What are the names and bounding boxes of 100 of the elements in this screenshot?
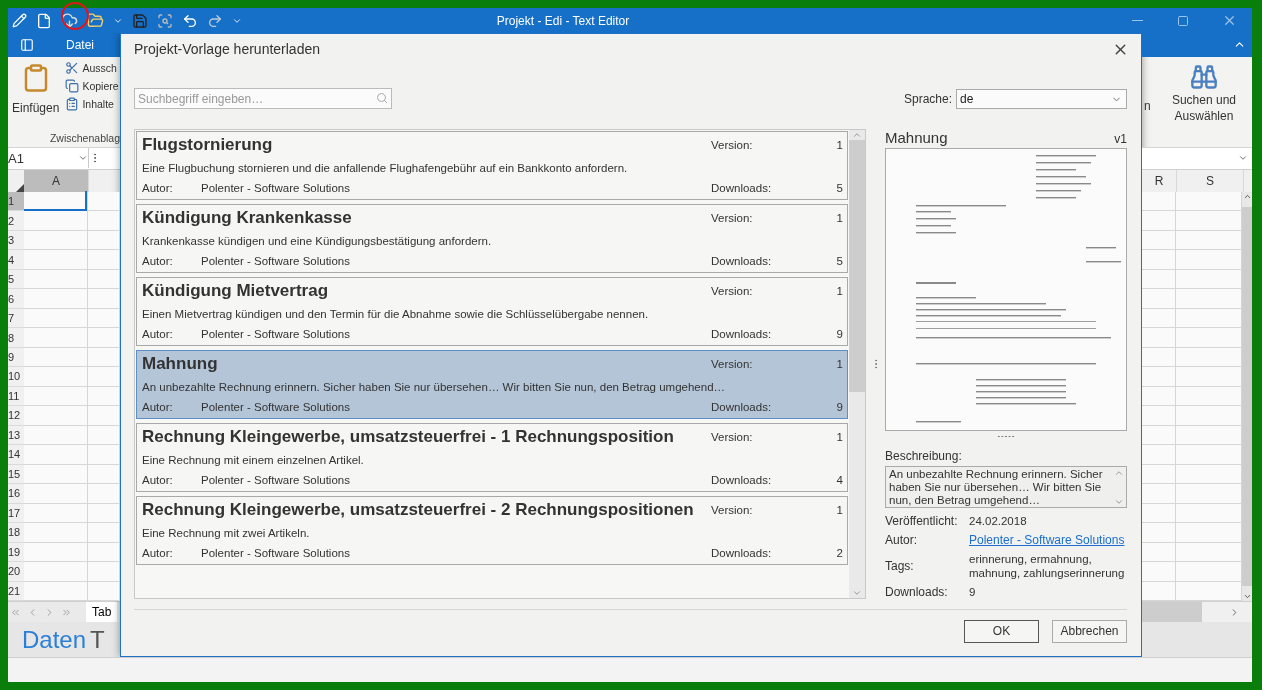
clipboard-button[interactable]: Aussch: [65, 61, 119, 75]
dialog-title: Projekt-Vorlage herunterladen: [134, 41, 320, 57]
undo-icon[interactable]: [182, 12, 198, 29]
template-item[interactable]: Rechnung Kleingewerbe, umsatzsteuerfrei - 2 Rechnungspositionen Version: 1 Eine Rechnung mit zwei Artikeln. Autor: Polenter - Software Solutions Downloads: 2: [136, 496, 848, 565]
version-label: Version:: [711, 139, 754, 151]
pencil-icon[interactable]: [12, 13, 27, 28]
version-value: 1: [835, 431, 843, 443]
downloads-label: Downloads:: [711, 401, 773, 413]
template-title: Rechnung Kleingewerbe, umsatzsteuerfrei - 1 Rechnungsposition: [142, 427, 675, 447]
detail-title: Mahnung: [885, 129, 948, 146]
find-select-button[interactable]: Suchen und Auswählen: [1169, 60, 1238, 147]
folder-icon[interactable]: [87, 12, 104, 29]
author-label: Autor:: [142, 401, 174, 413]
grid-cell[interactable]: [24, 191, 88, 212]
sheet-tab[interactable]: Tab: [86, 602, 118, 623]
scrollbar-thumb[interactable]: [1142, 602, 1202, 623]
template-item[interactable]: Mahnung Version: 1 An unbezahlte Rechnung erinnern. Sicher haben Sie nur übersehen… Wir bitten Sie nun, den Betrag umgehend… Autor: Polenter - Software Solutions Downloads: 9: [136, 350, 848, 419]
detail-version: v1: [1114, 132, 1127, 146]
row-header[interactable]: 1: [8, 191, 24, 212]
save-icon[interactable]: [132, 12, 148, 29]
version-value: 1: [835, 358, 843, 370]
version-value: 1: [835, 212, 843, 224]
description-label: Beschreibung:: [885, 448, 963, 463]
field-label: Veröffentlicht:: [885, 514, 959, 528]
author-label: Autor:: [142, 547, 174, 559]
template-description: Eine Rechnung mit einem einzelnen Artikel.: [142, 454, 365, 466]
author-label: Autor:: [142, 255, 174, 267]
splitter-dots-icon[interactable]: [997, 435, 1015, 439]
paste-button[interactable]: Einfügen: [10, 61, 62, 132]
preview-icon[interactable]: [157, 12, 173, 29]
author-value: Polenter - Software Solutions: [201, 328, 350, 340]
column-header[interactable]: A: [24, 169, 89, 192]
ribbon-label: n: [1144, 98, 1151, 113]
downloads-value: 9: [835, 328, 843, 340]
column-header[interactable]: R: [1142, 169, 1177, 192]
layout-menu-icon[interactable]: [20, 38, 34, 52]
name-box[interactable]: A1: [8, 148, 89, 169]
downloads-value: 2: [835, 547, 843, 559]
downloads-value: 5: [835, 182, 843, 194]
template-description: Eine Rechnung mit zwei Artikeln.: [142, 527, 311, 539]
downloads-value: 4: [835, 474, 843, 486]
downloads-value: 5: [835, 255, 843, 267]
downloads-label: Downloads:: [711, 182, 773, 194]
author-value: Polenter - Software Solutions: [201, 255, 350, 267]
scroll-down-icon[interactable]: [1114, 497, 1124, 507]
cloud-download-icon[interactable]: [61, 12, 78, 29]
author-label: Autor:: [142, 328, 174, 340]
author-value: Polenter - Software Solutions: [201, 474, 350, 486]
version-label: Version:: [711, 285, 754, 297]
version-value: 1: [835, 139, 843, 151]
caption-letter: T: [90, 625, 105, 654]
template-description: Einen Mietvertrag kündigen und den Termin für die Abnahme sowie die Schlüsselübergabe nennen.: [142, 308, 650, 320]
column-header[interactable]: S: [1177, 169, 1244, 192]
scroll-down-icon[interactable]: [852, 588, 862, 598]
author-link[interactable]: Polenter - Software Solutions: [969, 533, 1127, 547]
template-description: Eine Flugbuchung stornieren und die anfallende Flughafengebühr auf ein Bankkonto anfordern.: [142, 162, 629, 174]
maximize-icon: [1177, 14, 1189, 27]
search-icon[interactable]: [376, 92, 388, 104]
field-value: erinnerung, ermahnung, mahnung, zahlungserinnerung: [969, 552, 1126, 580]
minimize-icon: [1131, 20, 1143, 21]
description-box[interactable]: An unbezahlte Rechnung erinnern. Sicher haben Sie nur übersehen… Wir bitten Sie nun, den Betrag umgehend…: [885, 465, 1127, 508]
downloads-label: Downloads:: [711, 547, 773, 559]
downloads-label: Downloads:: [711, 474, 773, 486]
language-label: Sprache:: [903, 92, 952, 106]
template-description: An unbezahlte Rechnung erinnern. Sicher haben Sie nur übersehen… Wir bitten Sie nun, den Betrag umgehend…: [142, 381, 727, 393]
scrollbar-thumb[interactable]: [849, 140, 865, 392]
field-label: Downloads:: [885, 585, 949, 599]
copy-icon: [65, 79, 80, 93]
cancel-button[interactable]: Abbrechen: [1052, 619, 1127, 643]
field-label: Tags:: [885, 559, 915, 573]
redo-icon[interactable]: [207, 12, 223, 29]
field-value: 9: [969, 585, 977, 599]
clipboard-list-icon: [65, 97, 80, 111]
new-file-icon[interactable]: [36, 12, 52, 29]
window-title: Projekt - Edi - Text Editor: [495, 13, 631, 28]
group-label: Zwischenablag: [48, 131, 120, 146]
author-label: Autor:: [142, 182, 174, 194]
version-label: Version:: [711, 431, 754, 443]
version-label: Version:: [711, 212, 754, 224]
template-title: Kündigung Krankenkasse: [142, 208, 353, 228]
author-value: Polenter - Software Solutions: [201, 401, 350, 413]
version-label: Version:: [711, 504, 754, 516]
downloads-value: 9: [835, 401, 843, 413]
clipboard-button[interactable]: Kopiere: [65, 79, 119, 93]
template-title: Kündigung Mietvertrag: [142, 281, 330, 301]
highlight-ring: [61, 2, 89, 30]
clipboard-button[interactable]: Inhalte: [65, 97, 119, 111]
caption-word: Daten: [22, 625, 87, 654]
template-item[interactable]: Rechnung Kleingewerbe, umsatzsteuerfrei - 1 Rechnungsposition Version: 1 Eine Rechnung mit einem einzelnen Artikel. Autor: Polenter - Software Solutions Downloads: 4: [136, 423, 848, 492]
template-item[interactable]: Flugstornierung Version: 1 Eine Flugbuchung stornieren und die anfallende Flughafengebühr auf ein Bankkonto anfordern. Autor: Polenter - Software Solutions Downloads: 5: [136, 131, 848, 200]
ribbon-tab[interactable]: Datei: [66, 38, 94, 52]
template-description: Krankenkasse kündigen und eine Kündigungsbestätigung anfordern.: [142, 235, 493, 247]
search-field[interactable]: Suchbegriff eingeben…: [134, 88, 392, 109]
template-title: Rechnung Kleingewerbe, umsatzsteuerfrei - 2 Rechnungspositionen: [142, 500, 695, 520]
template-item[interactable]: Kündigung Krankenkasse Version: 1 Krankenkasse kündigen und eine Kündigungsbestätigung anfordern. Autor: Polenter - Software Solutions Downloads: 5: [136, 204, 848, 273]
template-title: Flugstornierung: [142, 135, 274, 155]
template-item[interactable]: Kündigung Mietvertrag Version: 1 Einen Mietvertrag kündigen und den Termin für die Abnahme sowie die Schlüsselübergabe nennen. Autor: Polenter - Software Solutions Downloads: 9: [136, 277, 848, 346]
scroll-up-icon[interactable]: [852, 130, 862, 140]
language-dropdown[interactable]: de: [956, 89, 1127, 109]
ok-button[interactable]: OK: [964, 619, 1039, 643]
